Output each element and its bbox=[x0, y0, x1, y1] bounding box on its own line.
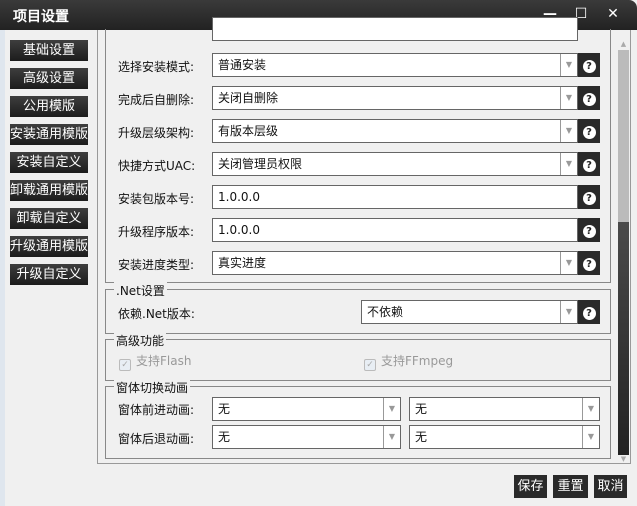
row-label: 升级程序版本: bbox=[118, 225, 195, 239]
net-version-value: 不依赖 bbox=[367, 305, 404, 319]
row-label: 选择安装模式: bbox=[118, 60, 195, 74]
sidebar-item[interactable]: 安装自定义 bbox=[10, 152, 88, 173]
flash-checkbox[interactable]: ✓ 支持Flash bbox=[119, 352, 191, 371]
forward-animation-combo-1[interactable]: 无 ▼ bbox=[212, 397, 401, 421]
help-icon: ? bbox=[582, 225, 596, 238]
back-animation-label: 窗体后退动画: bbox=[118, 432, 195, 446]
sidebar-item[interactable]: 高级设置 bbox=[10, 68, 88, 89]
cancel-button[interactable]: 取消 bbox=[594, 475, 627, 498]
help-icon: ? bbox=[582, 159, 596, 172]
help-icon: ? bbox=[582, 126, 596, 139]
scroll-up-icon[interactable]: ▲ bbox=[617, 40, 630, 50]
vertical-scrollbar[interactable]: ▲ ▼ bbox=[617, 40, 630, 463]
chevron-down-icon[interactable]: ▼ bbox=[383, 398, 400, 420]
sidebar-item[interactable]: 升级自定义 bbox=[10, 264, 88, 285]
chevron-down-icon[interactable]: ▼ bbox=[582, 398, 599, 420]
help-icon: ? bbox=[582, 93, 596, 106]
help-icon: ? bbox=[582, 258, 596, 271]
setting-combo[interactable]: 有版本层级 ▼ bbox=[212, 119, 578, 143]
field-value: 关闭自删除 bbox=[218, 91, 279, 105]
ffmpeg-label: 支持FFmpeg bbox=[381, 354, 454, 368]
setting-combo[interactable]: 关闭自删除 ▼ bbox=[212, 86, 578, 110]
setting-combo[interactable]: 普通安装 ▼ bbox=[212, 53, 578, 77]
field-value: 1.0.0.0 bbox=[218, 223, 260, 237]
field-value: 关闭管理员权限 bbox=[218, 157, 303, 171]
chevron-down-icon[interactable]: ▼ bbox=[560, 54, 577, 76]
setting-input[interactable]: 1.0.0.0 bbox=[212, 218, 578, 242]
help-button[interactable]: ? bbox=[578, 119, 600, 143]
flash-label: 支持Flash bbox=[136, 354, 192, 368]
animation-legend: 窗体切换动画 bbox=[114, 379, 191, 396]
back-animation-combo-2[interactable]: 无 ▼ bbox=[409, 425, 600, 449]
sidebar-item[interactable]: 卸载通用模版 bbox=[10, 180, 88, 201]
field-value: 1.0.0.0 bbox=[218, 190, 260, 204]
combo-value: 无 bbox=[218, 402, 231, 416]
chevron-down-icon[interactable]: ▼ bbox=[560, 301, 577, 323]
net-version-label: 依赖.Net版本: bbox=[118, 307, 195, 321]
chevron-down-icon[interactable]: ▼ bbox=[582, 426, 599, 448]
field-value: 真实进度 bbox=[218, 256, 267, 270]
help-button[interactable]: ? bbox=[578, 218, 600, 242]
help-button[interactable]: ? bbox=[578, 86, 600, 110]
row-label: 完成后自删除: bbox=[118, 93, 195, 107]
help-button[interactable]: ? bbox=[578, 251, 600, 275]
window-title: 项目设置 bbox=[13, 9, 69, 25]
combo-value: 无 bbox=[218, 430, 231, 444]
scrollbar-thumb[interactable] bbox=[618, 50, 629, 222]
row-label: 快捷方式UAC: bbox=[118, 159, 196, 173]
row-label: 安装包版本号: bbox=[118, 192, 195, 206]
close-button[interactable]: ✕ bbox=[603, 6, 623, 22]
checkbox-icon: ✓ bbox=[364, 359, 376, 371]
ffmpeg-checkbox[interactable]: ✓ 支持FFmpeg bbox=[364, 352, 453, 371]
combo-value: 无 bbox=[415, 430, 428, 444]
help-button[interactable]: ? bbox=[578, 185, 600, 209]
field-value: 普通安装 bbox=[218, 58, 267, 72]
help-button[interactable]: ? bbox=[578, 152, 600, 176]
net-version-combo[interactable]: 不依赖 ▼ bbox=[361, 300, 578, 324]
background-window-edge bbox=[0, 30, 5, 506]
chevron-down-icon[interactable]: ▼ bbox=[560, 120, 577, 142]
sidebar-item[interactable]: 基础设置 bbox=[10, 40, 88, 61]
row-label: 升级层级架构: bbox=[118, 126, 195, 140]
setting-combo[interactable]: 真实进度 ▼ bbox=[212, 251, 578, 275]
sidebar-item[interactable]: 升级通用模版 bbox=[10, 236, 88, 257]
scroll-down-icon[interactable]: ▼ bbox=[617, 455, 630, 465]
help-icon: ? bbox=[582, 60, 596, 73]
back-animation-combo-1[interactable]: 无 ▼ bbox=[212, 425, 401, 449]
chevron-down-icon[interactable]: ▼ bbox=[383, 426, 400, 448]
setting-combo[interactable]: 关闭管理员权限 ▼ bbox=[212, 152, 578, 176]
help-button[interactable]: ? bbox=[578, 300, 600, 324]
hidden-combo[interactable] bbox=[212, 17, 578, 41]
chevron-down-icon[interactable]: ▼ bbox=[560, 252, 577, 274]
row-label: 安装进度类型: bbox=[118, 258, 195, 272]
chevron-down-icon[interactable]: ▼ bbox=[560, 87, 577, 109]
save-button[interactable]: 保存 bbox=[514, 475, 547, 498]
setting-input[interactable]: 1.0.0.0 bbox=[212, 185, 578, 209]
help-button[interactable]: ? bbox=[578, 53, 600, 77]
net-legend: .Net设置 bbox=[114, 282, 167, 299]
settings-panel: 选择安装模式: 普通安装 ▼? 完成后自删除: 关闭自删除 ▼? 升级层级架构: 有版本层级 ▼… bbox=[97, 17, 631, 464]
forward-animation-label: 窗体前进动画: bbox=[118, 403, 195, 417]
scrollbar-track[interactable] bbox=[618, 222, 629, 455]
sidebar-item[interactable]: 公用模版 bbox=[10, 96, 88, 117]
sidebar-item[interactable]: 安装通用模版 bbox=[10, 124, 88, 145]
forward-animation-combo-2[interactable]: 无 ▼ bbox=[409, 397, 600, 421]
help-icon: ? bbox=[582, 307, 596, 320]
help-icon: ? bbox=[582, 192, 596, 205]
checkbox-icon: ✓ bbox=[119, 359, 131, 371]
sidebar-item[interactable]: 卸载自定义 bbox=[10, 208, 88, 229]
combo-value: 无 bbox=[415, 402, 428, 416]
chevron-down-icon[interactable]: ▼ bbox=[560, 153, 577, 175]
reset-button[interactable]: 重置 bbox=[553, 475, 588, 498]
advanced-legend: 高级功能 bbox=[114, 332, 167, 349]
field-value: 有版本层级 bbox=[218, 124, 279, 138]
